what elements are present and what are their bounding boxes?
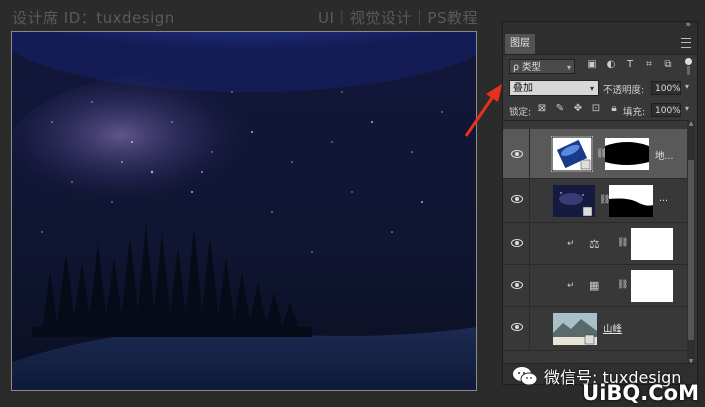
layer-row[interactable]: ⛓︎ 地... (503, 129, 687, 179)
filter-kind-label: ρ 类型 (513, 62, 542, 73)
layer-thumbnail[interactable] (553, 313, 597, 345)
visibility-divider (529, 223, 530, 264)
visibility-divider (529, 307, 530, 350)
image-filter-icon[interactable]: ▣ (587, 60, 597, 70)
layer-name[interactable]: 山峰 (603, 321, 622, 335)
layer-row[interactable]: ↵ ⚖ ⛓︎ (503, 223, 687, 265)
layers-panel: » 图层 ρ 类型 ▾ ▣ ◐ T ⌗ ⧉ 叠加 ▾ 不透明度: 100% ▾ (502, 20, 698, 385)
layer-mask-thumbnail[interactable] (631, 270, 673, 302)
panel-title-bar[interactable]: » (503, 20, 697, 32)
layer-thumbnail[interactable] (553, 185, 595, 217)
wechat-icon (513, 367, 538, 386)
chain-link-icon[interactable]: ⛓︎ (617, 238, 628, 248)
lock-fill-row: 锁定: ⊠ ✎ ✥ ⊡ 🔒︎ 填充: 100% ▾ (503, 99, 697, 121)
layer-row[interactable]: ↵ ▦ ⛓︎ (503, 265, 687, 307)
blend-opacity-row: 叠加 ▾ 不透明度: 100% ▾ (503, 77, 697, 99)
adjustment-filter-icon[interactable]: ◐ (606, 60, 616, 70)
layer-filter-row: ρ 类型 ▾ ▣ ◐ T ⌗ ⧉ (503, 55, 697, 77)
lock-artboard-icon[interactable]: ⊡ (591, 104, 601, 114)
layer-mask-thumbnail[interactable] (631, 228, 673, 260)
layer-mask-thumbnail[interactable] (605, 138, 649, 170)
eye-icon[interactable] (511, 150, 523, 158)
layer-mask-thumbnail[interactable] (609, 185, 653, 217)
annotation-arrow (464, 84, 502, 137)
night-sky-artwork (12, 32, 476, 390)
fill-field[interactable]: 100% (651, 103, 681, 117)
filter-icon-group: ▣ ◐ T ⌗ ⧉ (587, 60, 673, 70)
visibility-divider (529, 179, 530, 222)
opacity-value: 100% (655, 84, 681, 94)
layer-list-scrollbar[interactable]: ▲ ▼ (687, 120, 695, 365)
opacity-field[interactable]: 100% (651, 81, 681, 95)
lock-image-icon[interactable]: ✎ (555, 104, 565, 114)
levels-adjustment-icon[interactable]: ▦ (589, 279, 599, 292)
chevron-down-icon: ▾ (566, 63, 571, 72)
chain-link-icon[interactable]: ⛓︎ (617, 280, 628, 290)
lock-transparent-icon[interactable]: ⊠ (537, 104, 547, 114)
eye-icon[interactable] (511, 323, 523, 331)
clipping-mask-icon: ↵ (567, 281, 575, 291)
opacity-chevron-icon[interactable]: ▾ (685, 82, 689, 91)
shape-filter-icon[interactable]: ⌗ (644, 60, 654, 70)
opacity-label: 不透明度: (603, 85, 645, 96)
layer-row[interactable]: ⛓︎ ... (503, 179, 687, 223)
eye-icon[interactable] (511, 281, 523, 289)
layer-name[interactable]: 地... (655, 148, 674, 162)
eye-icon[interactable] (511, 195, 523, 203)
type-filter-icon[interactable]: T (625, 60, 635, 70)
smart-object-filter-icon[interactable]: ⧉ (663, 60, 673, 70)
visibility-divider (529, 265, 530, 306)
lock-position-icon[interactable]: ✥ (573, 104, 583, 114)
color-balance-icon[interactable]: ⚖ (589, 237, 600, 251)
panel-tab-bar: 图层 (503, 32, 697, 55)
visibility-divider (529, 129, 530, 178)
blend-mode-value: 叠加 (513, 83, 533, 94)
document-canvas[interactable] (11, 31, 477, 391)
filter-toggle-icon[interactable] (685, 58, 692, 65)
panel-menu-icon[interactable] (681, 38, 691, 48)
scroll-up-icon[interactable]: ▲ (687, 120, 695, 127)
scrollbar-thumb[interactable] (688, 160, 694, 340)
eye-icon[interactable] (511, 239, 523, 247)
site-watermark: UiBQ.CoM (582, 381, 699, 405)
layer-list: ⛓︎ 地... ⛓︎ ... ↵ ⚖ ⛓︎ ↵ ▦ ⛓︎ 山峰 (503, 120, 687, 366)
fill-value: 100% (655, 106, 681, 116)
layer-row[interactable]: 山峰 (503, 307, 687, 351)
filter-toggle-bar (687, 66, 690, 75)
blend-mode-select[interactable]: 叠加 ▾ (509, 80, 599, 96)
layer-thumbnail[interactable] (551, 136, 593, 172)
lock-icon-group: ⊠ ✎ ✥ ⊡ 🔒︎ (537, 104, 619, 114)
fill-chevron-icon[interactable]: ▾ (685, 104, 689, 113)
collapse-panel-icon[interactable]: » (685, 20, 691, 30)
chevron-down-icon: ▾ (589, 84, 594, 93)
filter-kind-select[interactable]: ρ 类型 ▾ (509, 59, 575, 74)
layer-name[interactable]: ... (659, 193, 668, 204)
lock-all-icon[interactable]: 🔒︎ (609, 104, 619, 114)
tab-layers[interactable]: 图层 (505, 34, 535, 54)
lock-label: 锁定: (509, 107, 532, 118)
fill-label: 填充: (623, 107, 646, 118)
watermark-tagline: UI｜视觉设计｜PS教程 (318, 9, 478, 27)
watermark-designer-id: 设计席 ID：tuxdesign (12, 9, 175, 27)
clipping-mask-icon: ↵ (567, 239, 575, 249)
